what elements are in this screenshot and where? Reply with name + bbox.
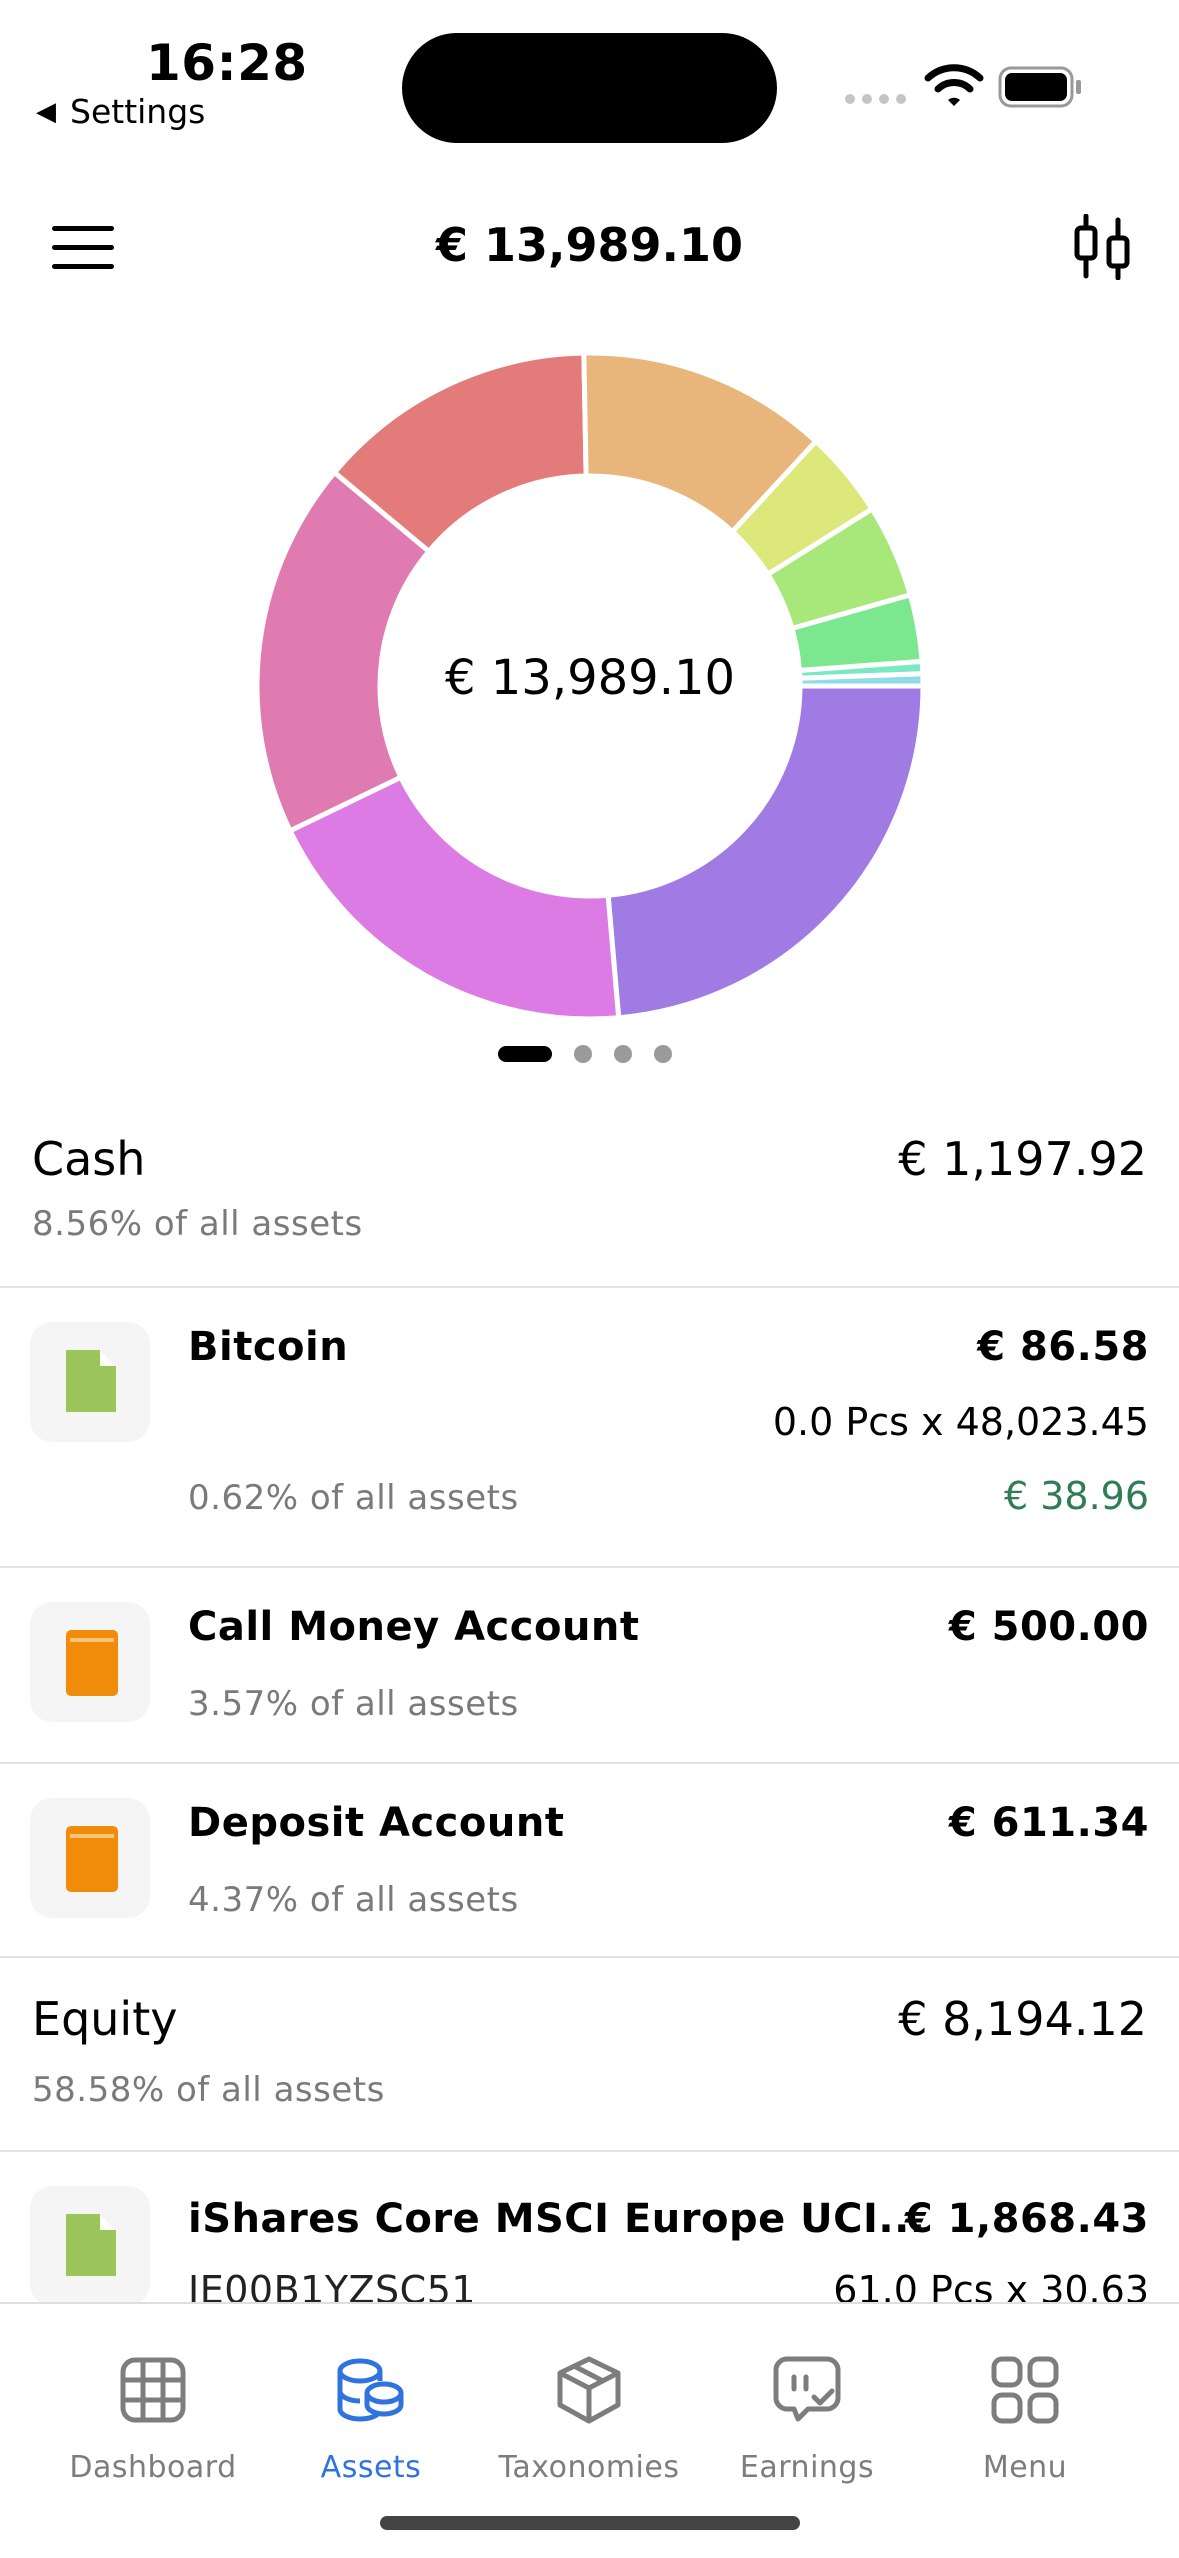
candlestick-filter-icon[interactable] bbox=[1070, 213, 1134, 284]
tab-label: Menu bbox=[982, 2450, 1068, 2485]
grid-icon bbox=[120, 2357, 186, 2423]
asset-tile bbox=[30, 1322, 150, 1442]
group-value: € 1,197.92 bbox=[898, 1132, 1147, 1186]
tab-assets[interactable]: Assets bbox=[262, 2350, 480, 2485]
group-header-cash[interactable]: Cash € 1,197.92 8.56% of all assets bbox=[0, 1106, 1179, 1288]
group-value: € 8,194.12 bbox=[898, 1992, 1147, 2046]
status-time: 16:28 bbox=[146, 34, 308, 92]
tab-taxonomies[interactable]: Taxonomies bbox=[480, 2350, 698, 2485]
asset-gain: € 38.96 bbox=[1003, 1474, 1149, 1518]
donut-slice[interactable] bbox=[286, 773, 622, 1022]
battery-icon bbox=[998, 66, 1084, 112]
tab-menu[interactable]: Menu bbox=[916, 2350, 1134, 2485]
header-total-value: € 13,989.10 bbox=[435, 218, 744, 272]
list-item-bitcoin[interactable]: Bitcoin € 86.58 0.0 Pcs x 48,023.45 0.62… bbox=[0, 1288, 1179, 1568]
asset-share: 4.37% of all assets bbox=[188, 1880, 519, 1920]
tab-label: Assets bbox=[320, 2450, 422, 2485]
asset-tile bbox=[30, 1798, 150, 1918]
cube-icon bbox=[557, 2356, 621, 2424]
page-dot[interactable] bbox=[654, 1045, 672, 1063]
asset-amount: € 1,868.43 bbox=[904, 2196, 1149, 2242]
asset-quantity-price: 0.0 Pcs x 48,023.45 bbox=[772, 1400, 1149, 1444]
chart-page-indicator[interactable] bbox=[498, 1045, 672, 1063]
asset-amount: € 86.58 bbox=[977, 1324, 1149, 1370]
tab-label: Earnings bbox=[739, 2450, 875, 2485]
tab-earnings[interactable]: Earnings bbox=[698, 2350, 916, 2485]
asset-share: 0.62% of all assets bbox=[188, 1478, 519, 1518]
asset-tile bbox=[30, 2186, 150, 2306]
four-squares-icon bbox=[991, 2356, 1059, 2424]
asset-amount: € 611.34 bbox=[948, 1800, 1149, 1846]
asset-tile bbox=[30, 1602, 150, 1722]
cellular-signal-icon bbox=[845, 94, 906, 104]
coins-icon bbox=[337, 2358, 404, 2422]
donut-slice[interactable] bbox=[605, 683, 926, 1021]
back-to-settings[interactable]: ◀ Settings bbox=[36, 92, 205, 131]
asset-share: 3.57% of all assets bbox=[188, 1684, 519, 1724]
page-dot-active[interactable] bbox=[498, 1046, 552, 1062]
list-item-call-money-account[interactable]: Call Money Account € 500.00 3.57% of all… bbox=[0, 1568, 1179, 1764]
group-title: Cash bbox=[32, 1132, 146, 1186]
asset-name: Deposit Account bbox=[188, 1800, 565, 1846]
group-title: Equity bbox=[32, 1992, 178, 2046]
book-icon bbox=[66, 1630, 118, 1696]
group-share: 8.56% of all assets bbox=[32, 1204, 363, 1244]
group-header-equity[interactable]: Equity € 8,194.12 58.58% of all assets bbox=[0, 1958, 1179, 2152]
list-item-deposit-account[interactable]: Deposit Account € 611.34 4.37% of all as… bbox=[0, 1764, 1179, 1958]
donut-slice[interactable] bbox=[797, 671, 926, 689]
tab-label: Dashboard bbox=[69, 2450, 237, 2485]
tab-dashboard[interactable]: Dashboard bbox=[44, 2350, 262, 2485]
home-indicator bbox=[380, 2516, 800, 2530]
document-icon bbox=[66, 1350, 116, 1412]
chat-check-icon bbox=[773, 2356, 841, 2422]
page-dot[interactable] bbox=[614, 1045, 632, 1063]
group-share: 58.58% of all assets bbox=[32, 2070, 385, 2110]
back-arrow-icon: ◀ bbox=[36, 96, 56, 127]
tab-label: Taxonomies bbox=[498, 2450, 680, 2485]
page-dot[interactable] bbox=[574, 1045, 592, 1063]
back-label: Settings bbox=[70, 92, 206, 131]
donut-center-total: € 13,989.10 bbox=[444, 650, 736, 706]
wifi-icon bbox=[924, 64, 984, 112]
asset-name: iShares Core MSCI Europe UCI... bbox=[188, 2196, 926, 2242]
asset-name: Call Money Account bbox=[188, 1604, 640, 1650]
asset-name: Bitcoin bbox=[188, 1324, 349, 1370]
book-icon bbox=[66, 1826, 118, 1892]
asset-amount: € 500.00 bbox=[948, 1604, 1149, 1650]
document-icon bbox=[66, 2214, 116, 2276]
dynamic-island bbox=[402, 33, 777, 143]
